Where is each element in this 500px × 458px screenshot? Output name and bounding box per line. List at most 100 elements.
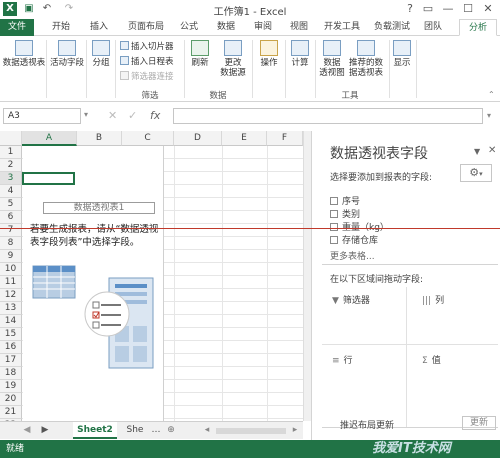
sheet-tab-other[interactable]: She — [120, 422, 150, 439]
row-header[interactable]: 18 — [0, 367, 22, 380]
field-label: 序号 — [342, 197, 361, 207]
column-header-a[interactable]: A — [22, 131, 77, 146]
tab-team[interactable]: 团队 — [420, 19, 446, 36]
defer-update-option[interactable]: 推迟布局更新 — [340, 418, 394, 431]
tab-formulas[interactable]: 公式 — [174, 19, 204, 36]
sheet-tab-sheet2[interactable]: Sheet2 — [73, 422, 117, 439]
recommended-pivot-button[interactable]: 推荐的数 据透视表 — [346, 40, 386, 78]
tab-file[interactable]: 文件 — [0, 19, 34, 36]
close-button[interactable]: ✕ — [480, 1, 496, 17]
filters-area[interactable]: ▼ 筛选器 — [332, 293, 370, 306]
group-button[interactable]: 分组 — [88, 40, 114, 68]
ribbon-display-button[interactable]: ▭ — [420, 1, 436, 17]
field-checkbox[interactable] — [330, 236, 338, 244]
row-header[interactable]: 11 — [0, 276, 22, 289]
actions-button[interactable]: 操作 — [255, 40, 283, 68]
field-checkbox[interactable] — [330, 210, 338, 218]
vertical-scrollbar[interactable] — [303, 131, 311, 421]
tab-view[interactable]: 视图 — [284, 19, 314, 36]
row-header[interactable]: 7 — [0, 224, 22, 237]
row-header[interactable]: 10 — [0, 263, 22, 276]
pane-dropdown-icon[interactable]: ▼ — [474, 147, 480, 156]
column-header-d[interactable]: D — [174, 131, 222, 146]
help-button[interactable]: ? — [402, 1, 418, 17]
row-header[interactable]: 9 — [0, 250, 22, 263]
insert-function-icon[interactable]: fx — [150, 109, 160, 122]
name-box[interactable]: A3 — [3, 108, 81, 124]
next-sheet-icon[interactable]: ▶ — [38, 422, 52, 439]
row-header[interactable]: 12 — [0, 289, 22, 302]
row-header[interactable]: 20 — [0, 393, 22, 406]
rows-area[interactable]: ≡ 行 — [332, 353, 353, 366]
column-header-f[interactable]: F — [267, 131, 303, 146]
pivot-table-button[interactable]: 数据透视表 — [2, 40, 46, 68]
field-checkbox[interactable] — [330, 197, 338, 205]
change-source-button[interactable]: 更改 数据源 — [216, 40, 250, 78]
pane-close-icon[interactable]: ✕ — [488, 145, 496, 156]
field-item[interactable]: 类别 — [330, 207, 360, 220]
formula-input[interactable] — [173, 108, 483, 124]
minimize-button[interactable]: — — [440, 1, 456, 17]
update-button[interactable]: 更新 — [462, 416, 496, 430]
active-field-button[interactable]: 活动字段 — [48, 40, 86, 68]
column-header-e[interactable]: E — [222, 131, 267, 146]
row-header[interactable]: 5 — [0, 198, 22, 211]
horizontal-scrollbar[interactable] — [216, 428, 286, 434]
row-header[interactable]: 2 — [0, 159, 22, 172]
field-label: 存储仓库 — [342, 236, 379, 246]
select-all-corner[interactable] — [0, 131, 22, 146]
row-header[interactable]: 4 — [0, 185, 22, 198]
row-header[interactable]: 13 — [0, 302, 22, 315]
row-header[interactable]: 3 — [0, 172, 22, 185]
prev-sheet-icon[interactable]: ◀ — [20, 422, 34, 439]
tab-review[interactable]: 审阅 — [248, 19, 278, 36]
cancel-icon[interactable]: ✕ — [108, 109, 117, 122]
pane-options-button[interactable]: ⚙▾ — [460, 164, 492, 182]
pivot-chart-button[interactable]: 数据 透视图 — [318, 40, 346, 78]
tab-home[interactable]: 开始 — [46, 19, 76, 36]
field-item[interactable]: 序号 — [330, 194, 360, 207]
insert-timeline-button[interactable]: 插入日程表 — [120, 56, 174, 68]
expand-formula-icon[interactable]: ▾ — [487, 111, 491, 120]
show-button[interactable]: 显示 — [390, 40, 414, 68]
row-header[interactable]: 21 — [0, 406, 22, 419]
collapse-ribbon-icon[interactable]: ⌃ — [488, 90, 495, 99]
field-checkbox[interactable] — [330, 223, 338, 231]
tab-analyze[interactable]: 分析 — [459, 19, 497, 36]
maximize-button[interactable]: ☐ — [460, 1, 476, 17]
tab-page-layout[interactable]: 页面布局 — [122, 19, 170, 36]
active-cell-a3[interactable] — [22, 172, 75, 185]
insert-slicer-button[interactable]: 插入切片器 — [120, 41, 174, 53]
values-area[interactable]: Σ值 — [422, 353, 441, 366]
tab-load-test[interactable]: 负载测试 — [370, 19, 414, 36]
enter-icon[interactable]: ✓ — [128, 109, 137, 122]
scroll-right-icon[interactable]: ▸ — [288, 422, 302, 439]
refresh-button[interactable]: 刷新 — [186, 40, 214, 68]
row-header[interactable]: 17 — [0, 354, 22, 367]
field-item[interactable]: 存储仓库 — [330, 233, 378, 246]
filter-connections-button[interactable]: 筛选器连接 — [120, 71, 174, 83]
tab-developer[interactable]: 开发工具 — [320, 19, 364, 36]
worksheet-grid[interactable]: A B C D E F 1 2 3 4 5 6 7 8 9 10 11 12 13 14 15 16 17 18 1… — [0, 131, 303, 421]
tab-insert[interactable]: 插入 — [84, 19, 114, 36]
row-header[interactable]: 8 — [0, 237, 22, 250]
scroll-left-icon[interactable]: ◂ — [200, 422, 214, 439]
ribbon-separator — [46, 40, 47, 98]
calculations-button[interactable]: 计算 — [286, 40, 314, 68]
row-header[interactable]: 16 — [0, 341, 22, 354]
more-tables-link[interactable]: 更多表格... — [330, 249, 375, 262]
sheet-more-icon[interactable]: … — [150, 422, 162, 439]
column-header-b[interactable]: B — [77, 131, 122, 146]
column-header-c[interactable]: C — [122, 131, 174, 146]
tab-data[interactable]: 数据 — [211, 19, 241, 36]
pivot-table-placeholder[interactable]: 数据透视表1 若要生成报表，请从“数据透视表字段列表”中选择字段。 — [22, 146, 164, 421]
row-header[interactable]: 6 — [0, 211, 22, 224]
field-item[interactable]: 重量（kg） — [330, 220, 389, 233]
columns-area[interactable]: ||| 列 — [422, 293, 444, 306]
row-header[interactable]: 14 — [0, 315, 22, 328]
row-header[interactable]: 15 — [0, 328, 22, 341]
name-box-dropdown-icon[interactable]: ▾ — [84, 110, 88, 119]
row-header[interactable]: 19 — [0, 380, 22, 393]
row-header[interactable]: 1 — [0, 146, 22, 159]
add-sheet-icon[interactable]: ⊕ — [164, 422, 178, 439]
